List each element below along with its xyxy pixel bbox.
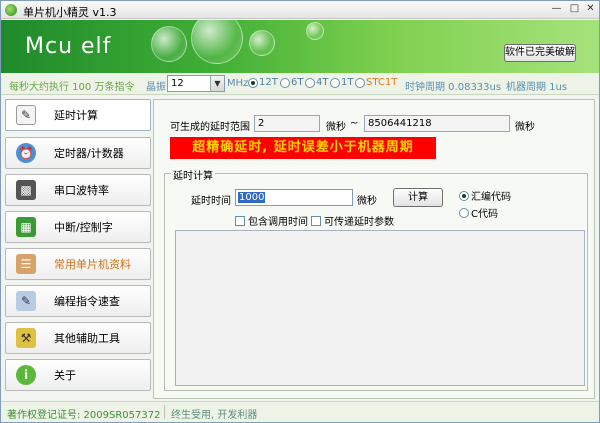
sidebar-item-baud-rate[interactable]: ▩ 串口波特率: [5, 174, 151, 206]
delay-time-unit: 微秒: [357, 196, 377, 207]
sidebar-item-mcu-data[interactable]: ☰ 常用单片机资料: [5, 248, 151, 280]
radio-icon: [280, 77, 290, 88]
mhz-label: MHz: [227, 78, 249, 89]
sidebar-item-instruction-ref[interactable]: ✎ 编程指令速查: [5, 285, 151, 317]
close-icon[interactable]: ✕: [583, 3, 598, 16]
status-divider: [164, 405, 165, 419]
window-title: 单片机小精灵 v1.3: [23, 6, 117, 19]
radio-selected-icon: [459, 190, 469, 201]
app-logo: Mcu elf: [25, 34, 112, 59]
status-bar: 著作权登记证号: 2009SR057372 终生受用, 开发利器: [1, 401, 599, 422]
crack-status-button[interactable]: 软件已完美破解: [504, 44, 576, 62]
sidebar-item-interrupt[interactable]: ▦ 中断/控制字: [5, 211, 151, 243]
max-range-field: 8506441218: [364, 115, 510, 132]
asm-code-radio[interactable]: 汇编代码: [459, 188, 511, 203]
delay-time-input[interactable]: 1000: [235, 189, 353, 206]
radio-icon: [355, 77, 365, 88]
config-bar: 每秒大约执行 100 万条指令 晶振 12 ▼ MHz 12T 6T 4T 1T…: [1, 73, 599, 95]
c-code-radio[interactable]: C代码: [459, 205, 498, 220]
clock-period: 时钟周期 0.08333us: [405, 82, 502, 93]
crystal-select[interactable]: 12 ▼: [167, 75, 225, 92]
title-bar[interactable]: 单片机小精灵 v1.3 — □ ✕: [1, 1, 599, 19]
header-banner: Mcu elf 软件已完美破解: [1, 20, 599, 73]
mode-4t-radio[interactable]: 4T: [305, 77, 328, 88]
speed-text: 每秒大约执行 100 万条指令: [9, 82, 135, 93]
sidebar-item-other-tools[interactable]: ⚒ 其他辅助工具: [5, 322, 151, 354]
chevron-down-icon[interactable]: ▼: [210, 76, 224, 91]
range-tilde: ~: [350, 118, 359, 129]
bubble-decoration: [249, 30, 275, 56]
maximize-icon[interactable]: □: [567, 3, 582, 16]
min-unit-label: 微秒: [326, 122, 346, 133]
delay-calc-icon: ✎: [16, 105, 36, 125]
delay-calc-panel: 可生成的延时范围 2 微秒 ~ 8506441218 微秒 超精确延时, 延时误…: [153, 99, 595, 399]
notebook-icon: ✎: [16, 291, 36, 311]
mode-1t-radio[interactable]: 1T: [330, 77, 353, 88]
delay-calc-group: 延时计算 延时时间 1000 微秒 计算 包含调用时间 可传递延时参数 汇编代码…: [164, 167, 588, 391]
crystal-label: 晶振: [146, 82, 166, 93]
info-icon: i: [16, 365, 36, 385]
serial-port-icon: ▩: [16, 180, 36, 200]
checkbox-icon: [235, 215, 245, 226]
precision-warning-banner: 超精确延时, 延时误差小于机器周期: [170, 137, 436, 159]
tools-icon: ⚒: [16, 328, 36, 348]
book-icon: ☰: [16, 254, 36, 274]
radio-icon: [305, 77, 315, 88]
machine-period: 机器周期 1us: [506, 82, 568, 93]
bubble-decoration: [306, 22, 324, 40]
minimize-icon[interactable]: —: [549, 3, 564, 16]
crystal-value: 12: [171, 78, 184, 89]
max-unit-label: 微秒: [515, 122, 535, 133]
chip-icon: ▦: [16, 217, 36, 237]
mode-12t-radio[interactable]: 12T: [248, 77, 278, 88]
alarm-clock-icon: ⏰: [16, 143, 36, 163]
sidebar-nav: ✎ 延时计算 ⏰ 定时器/计数器 ▩ 串口波特率 ▦ 中断/控制字 ☰ 常用单片…: [5, 99, 151, 399]
group-title: 延时计算: [171, 167, 215, 182]
pass-param-checkbox[interactable]: 可传递延时参数: [311, 213, 394, 228]
radio-icon: [330, 77, 340, 88]
calculate-button[interactable]: 计算: [393, 188, 443, 207]
radio-icon: [459, 207, 469, 218]
code-output-area[interactable]: [175, 230, 585, 386]
range-label: 可生成的延时范围: [170, 122, 250, 133]
mode-6t-radio[interactable]: 6T: [280, 77, 303, 88]
main-window: 单片机小精灵 v1.3 — □ ✕ Mcu elf 软件已完美破解 每秒大约执行…: [0, 0, 600, 423]
sidebar-item-delay-calc[interactable]: ✎ 延时计算: [5, 99, 151, 131]
app-icon: [5, 4, 17, 16]
delay-time-label: 延时时间: [191, 196, 231, 207]
sidebar-item-timer-counter[interactable]: ⏰ 定时器/计数器: [5, 137, 151, 169]
include-call-time-checkbox[interactable]: 包含调用时间: [235, 213, 308, 228]
bubble-decoration: [191, 20, 243, 64]
mode-stc1t-radio[interactable]: STC1T: [355, 77, 397, 88]
checkbox-icon: [311, 215, 321, 226]
slogan-text: 终生受用, 开发利器: [171, 410, 258, 421]
sidebar-item-about[interactable]: i 关于: [5, 359, 151, 391]
bubble-decoration: [151, 26, 187, 62]
copyright-text: 著作权登记证号: 2009SR057372: [7, 410, 161, 421]
min-range-field: 2: [254, 115, 320, 132]
radio-selected-icon: [248, 77, 258, 88]
